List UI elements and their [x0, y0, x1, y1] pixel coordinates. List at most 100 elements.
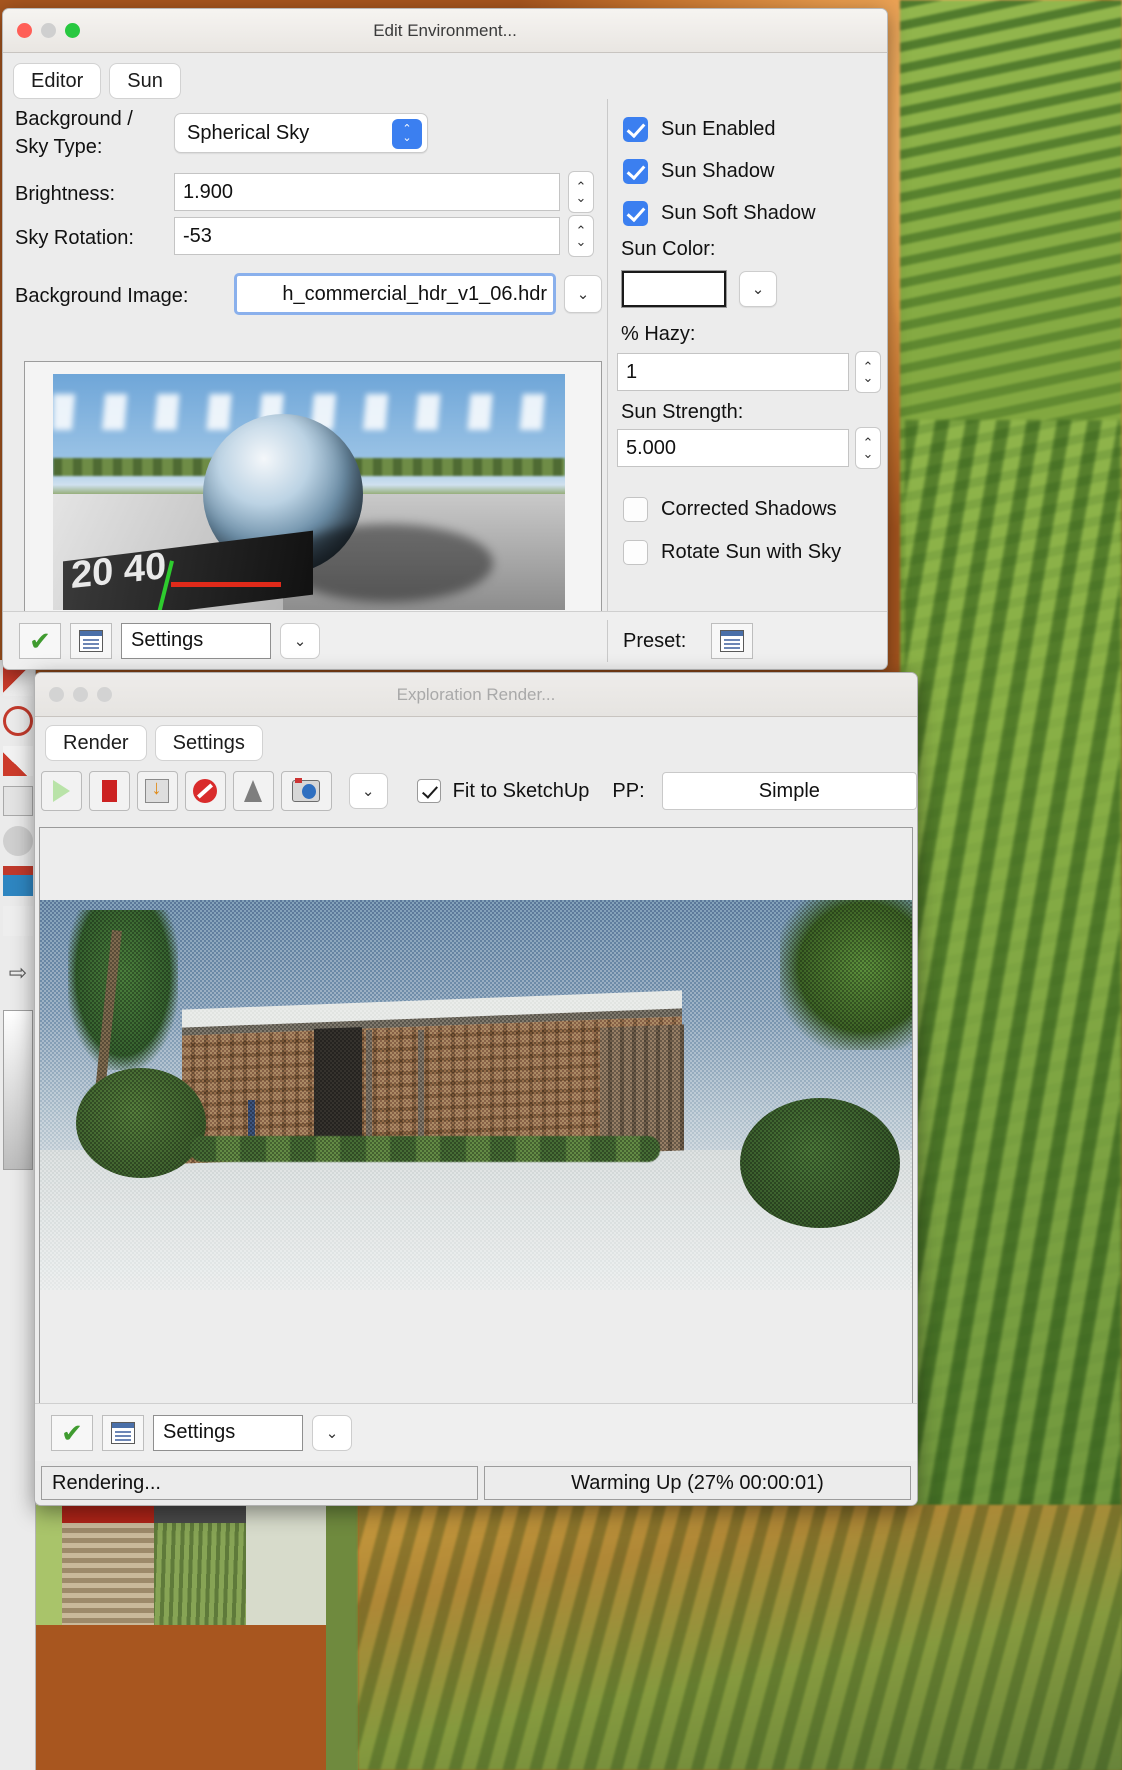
- strip-swatch: [154, 1505, 246, 1523]
- render-options-dropdown[interactable]: ⌄: [348, 773, 388, 809]
- background-image-dropdown[interactable]: ⌄: [564, 275, 602, 313]
- sun-soft-shadow-checkbox[interactable]: [623, 201, 648, 226]
- render-titlebar[interactable]: Exploration Render...: [35, 673, 917, 717]
- preview-sphere-shadow: [283, 524, 493, 602]
- list-icon: [111, 1421, 135, 1444]
- apply-button[interactable]: ✔: [19, 622, 61, 659]
- hazy-stepper[interactable]: ⌃ ⌄: [855, 351, 881, 393]
- rectangle-tool-icon[interactable]: [3, 786, 33, 816]
- material-tool-icon[interactable]: [3, 866, 33, 896]
- brightness-stepper[interactable]: ⌃ ⌄: [568, 171, 594, 213]
- exploration-render-window: Exploration Render... Render Settings ⌄ …: [34, 672, 918, 1506]
- env-bottombar: ✔ Settings ⌄ Preset:: [3, 611, 887, 669]
- sun-shadow-checkbox[interactable]: [623, 159, 648, 184]
- gradient-swatch-icon[interactable]: [3, 1010, 33, 1170]
- pp-value-field[interactable]: Simple: [661, 772, 917, 810]
- render-apply-button[interactable]: ✔: [51, 1414, 93, 1451]
- droplet-icon: [244, 780, 263, 802]
- sky-type-combobox[interactable]: Spherical Sky ⌃ ⌄: [174, 113, 428, 153]
- tab-render[interactable]: Render: [45, 725, 147, 761]
- pp-label: PP:: [612, 779, 645, 802]
- edit-environment-window: Edit Environment... Editor Sun Backgroun…: [2, 8, 888, 670]
- sky-type-label: Background / Sky Type:: [15, 108, 133, 158]
- desktop-bottom-strip: [0, 1505, 1122, 1770]
- render-noise-overlay: [40, 900, 912, 1290]
- sky-rotation-stepper[interactable]: ⌃ ⌄: [568, 215, 594, 257]
- sun-strength-input[interactable]: 5.000: [617, 429, 849, 467]
- sun-strength-stepper[interactable]: ⌃ ⌄: [855, 427, 881, 469]
- sun-color-dropdown[interactable]: ⌄: [739, 271, 777, 307]
- stop-render-button[interactable]: [88, 771, 130, 811]
- rotate-sun-with-sky-checkbox[interactable]: [623, 540, 648, 565]
- render-tabbar: Render Settings: [35, 717, 263, 761]
- download-icon: [145, 777, 170, 803]
- brightness-input[interactable]: 1.900: [174, 173, 560, 211]
- sun-enabled-row[interactable]: Sun Enabled: [623, 117, 776, 142]
- fit-to-sketchup-row[interactable]: Fit to SketchUp: [416, 779, 590, 803]
- preset-button[interactable]: [711, 623, 753, 659]
- status-right: Warming Up (27% 00:00:01): [484, 1466, 911, 1500]
- env-settings-input[interactable]: Settings: [121, 622, 271, 659]
- env-titlebar[interactable]: Edit Environment...: [3, 9, 887, 53]
- orbit-tool-icon[interactable]: [3, 826, 33, 856]
- sun-soft-shadow-label: Sun Soft Shadow: [661, 202, 816, 224]
- pencil-tool-icon[interactable]: [3, 666, 33, 696]
- render-window-title: Exploration Render...: [396, 685, 556, 704]
- render-settings-input[interactable]: Settings: [153, 1414, 303, 1451]
- start-render-button[interactable]: [41, 771, 82, 811]
- rendered-image: [40, 900, 912, 1290]
- tab-sun[interactable]: Sun: [109, 63, 181, 99]
- circle-tool-icon[interactable]: [3, 706, 33, 736]
- settings-list-button[interactable]: [70, 622, 112, 659]
- arrow-tool-icon[interactable]: ⇨: [3, 960, 33, 990]
- sky-rotation-input[interactable]: -53: [174, 217, 560, 255]
- camera-icon: [292, 778, 321, 802]
- no-entry-icon: [193, 779, 218, 803]
- env-settings-dropdown[interactable]: ⌄: [280, 622, 320, 659]
- camera-button[interactable]: [280, 771, 332, 811]
- render-canvas[interactable]: [39, 827, 913, 1427]
- render-settings-list-button[interactable]: [102, 1414, 144, 1451]
- preview-axis-red: [171, 582, 281, 587]
- save-image-button[interactable]: [136, 771, 178, 811]
- sun-shadow-row[interactable]: Sun Shadow: [623, 159, 774, 184]
- sun-strength-label: Sun Strength:: [621, 401, 744, 423]
- check-icon: ✔: [61, 1417, 83, 1448]
- fit-to-sketchup-label: Fit to SketchUp: [452, 779, 590, 802]
- sun-enabled-checkbox[interactable]: [623, 117, 648, 142]
- tab-editor[interactable]: Editor: [13, 63, 102, 99]
- background-image-label: Background Image:: [15, 285, 189, 307]
- corrected-shadows-checkbox[interactable]: [623, 497, 648, 522]
- preview-scene: 20 40: [53, 374, 565, 610]
- sketchup-tool-rail: ⇨: [0, 660, 36, 1770]
- play-icon: [52, 780, 70, 802]
- sun-enabled-label: Sun Enabled: [661, 118, 776, 140]
- environment-preview: 20 40: [24, 361, 602, 621]
- refresh-render-button[interactable]: [232, 771, 274, 811]
- sun-shadow-label: Sun Shadow: [661, 160, 775, 182]
- strip-photo-leaves: [358, 1505, 1122, 1770]
- sun-color-swatch[interactable]: [621, 270, 727, 308]
- chevron-updown-icon[interactable]: ⌃ ⌄: [392, 119, 422, 149]
- status-left: Rendering...: [41, 1466, 478, 1500]
- env-tabbar: Editor Sun: [3, 55, 181, 99]
- arc-tool-icon[interactable]: [3, 746, 33, 776]
- hazy-input[interactable]: 1: [617, 353, 849, 391]
- render-statusbar: Rendering... Warming Up (27% 00:00:01): [35, 1461, 917, 1505]
- strip-swatch: [62, 1505, 154, 1523]
- preset-label: Preset:: [623, 630, 687, 652]
- sun-soft-shadow-row[interactable]: Sun Soft Shadow: [623, 201, 816, 226]
- background-image-input[interactable]: h_commercial_hdr_v1_06.hdr: [234, 273, 556, 315]
- render-settings-dropdown[interactable]: ⌄: [312, 1414, 352, 1451]
- cancel-render-button[interactable]: [184, 771, 226, 811]
- list-icon: [720, 630, 744, 652]
- fit-to-sketchup-checkbox[interactable]: [416, 779, 441, 803]
- rotate-sun-with-sky-row[interactable]: Rotate Sun with Sky: [623, 540, 841, 565]
- strip-swatch: [62, 1523, 154, 1625]
- select-tool-icon[interactable]: [3, 906, 33, 936]
- render-toolbar: ⌄ Fit to SketchUp PP: Simple: [35, 763, 917, 819]
- tab-render-settings[interactable]: Settings: [154, 725, 263, 761]
- corrected-shadows-label: Corrected Shadows: [661, 498, 837, 520]
- corrected-shadows-row[interactable]: Corrected Shadows: [623, 497, 837, 522]
- sky-rotation-label: Sky Rotation:: [15, 227, 134, 249]
